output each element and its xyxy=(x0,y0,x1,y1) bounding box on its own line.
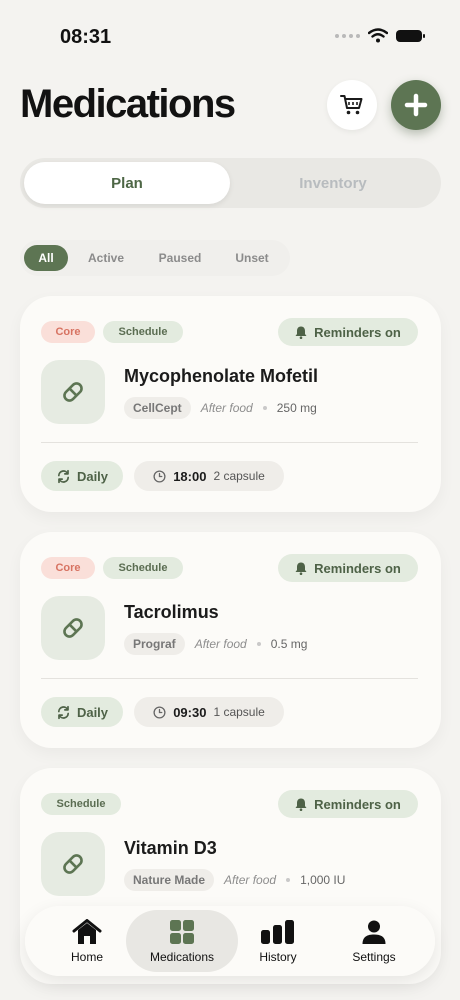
repeat-icon xyxy=(57,705,69,719)
frequency-label: Daily xyxy=(76,468,109,484)
filter-all[interactable]: All xyxy=(24,245,68,271)
separator-dot xyxy=(286,878,291,882)
page-title: Medications xyxy=(20,82,236,126)
home-icon xyxy=(72,918,102,944)
bar-chart-icon xyxy=(261,919,294,944)
view-segment-control: Plan Inventory xyxy=(20,158,441,208)
reminders-toggle[interactable]: Reminders on xyxy=(278,318,418,346)
medication-meta: CellCept After food 250 mg xyxy=(124,397,317,419)
food-instruction: After food xyxy=(200,401,253,415)
status-icons xyxy=(335,28,425,43)
brand-badge: Prograf xyxy=(124,633,185,655)
filter-active[interactable]: Active xyxy=(78,245,134,271)
add-medication-button[interactable] xyxy=(391,80,441,130)
medication-name: Vitamin D3 xyxy=(124,838,217,858)
food-instruction: After food xyxy=(224,873,277,887)
bell-icon xyxy=(295,798,307,811)
reminders-label: Reminders on xyxy=(314,560,401,576)
bell-icon xyxy=(295,562,307,575)
tab-medications[interactable]: Medications xyxy=(126,910,238,972)
dose: 0.5 mg xyxy=(270,637,308,651)
separator-dot xyxy=(256,642,261,646)
schedule-tag: Schedule xyxy=(103,321,183,343)
pill-icon xyxy=(41,832,105,896)
reminders-toggle[interactable]: Reminders on xyxy=(278,790,418,818)
brand-badge: Nature Made xyxy=(124,869,215,891)
status-bar: 08:31 xyxy=(0,0,460,70)
dose-time: 09:30 xyxy=(173,704,207,720)
signal-icon xyxy=(335,33,360,38)
medication-card[interactable]: Core Schedule Reminders on Mycophenolate… xyxy=(20,296,441,512)
grid-icon xyxy=(170,919,194,944)
dose-quantity: 2 capsule xyxy=(213,469,265,483)
medication-name: Mycophenolate Mofetil xyxy=(124,366,319,386)
food-instruction: After food xyxy=(194,637,247,651)
dose-time-chip[interactable]: 18:00 2 capsule xyxy=(134,461,284,491)
tab-settings-label: Settings xyxy=(352,949,396,964)
tab-settings[interactable]: Settings xyxy=(324,906,424,976)
medication-meta: Prograf After food 0.5 mg xyxy=(124,633,307,655)
dose: 250 mg xyxy=(276,401,317,415)
reminders-toggle[interactable]: Reminders on xyxy=(278,554,418,582)
segment-inventory[interactable]: Inventory xyxy=(230,162,436,204)
segment-plan[interactable]: Plan xyxy=(24,162,230,204)
cart-icon xyxy=(340,95,363,115)
core-tag: Core xyxy=(41,321,95,343)
status-time: 08:31 xyxy=(60,26,112,48)
tab-history-label: History xyxy=(259,949,297,964)
battery-icon xyxy=(396,29,425,42)
status-filter: All Active Paused Unset xyxy=(20,240,290,276)
pill-icon xyxy=(41,360,105,424)
tab-home-label: Home xyxy=(70,949,103,964)
frequency-chip[interactable]: Daily xyxy=(41,461,123,491)
separator-dot xyxy=(262,406,267,410)
wifi-icon xyxy=(368,28,388,43)
person-icon xyxy=(362,920,386,944)
dose-quantity: 1 capsule xyxy=(213,705,265,719)
clock-icon xyxy=(153,705,166,719)
divider xyxy=(41,678,418,679)
plus-icon xyxy=(404,93,428,117)
dose-time-chip[interactable]: 09:30 1 capsule xyxy=(134,697,284,727)
bell-icon xyxy=(295,326,307,339)
divider xyxy=(41,442,418,443)
frequency-chip[interactable]: Daily xyxy=(41,697,123,727)
core-tag: Core xyxy=(41,557,95,579)
bottom-tab-bar: Home Medications History Settings xyxy=(25,906,435,976)
medication-meta: Nature Made After food 1,000 IU xyxy=(124,869,345,891)
dose: 1,000 IU xyxy=(300,873,346,887)
clock-icon xyxy=(153,469,166,483)
tab-history[interactable]: History xyxy=(228,906,328,976)
medication-name: Tacrolimus xyxy=(124,602,219,622)
schedule-tag: Schedule xyxy=(41,793,121,815)
dose-time: 18:00 xyxy=(173,468,207,484)
filter-unset[interactable]: Unset xyxy=(222,245,282,271)
schedule-tag: Schedule xyxy=(103,557,183,579)
reminders-label: Reminders on xyxy=(314,796,401,812)
brand-badge: CellCept xyxy=(124,397,191,419)
reminders-label: Reminders on xyxy=(314,324,401,340)
tab-home[interactable]: Home xyxy=(37,906,137,976)
tab-medications-label: Medications xyxy=(149,949,215,964)
cart-button[interactable] xyxy=(327,80,377,130)
frequency-label: Daily xyxy=(76,704,109,720)
medication-card[interactable]: Core Schedule Reminders on Tacrolimus Pr… xyxy=(20,532,441,748)
pill-icon xyxy=(41,596,105,660)
filter-paused[interactable]: Paused xyxy=(148,245,212,271)
repeat-icon xyxy=(57,469,69,483)
